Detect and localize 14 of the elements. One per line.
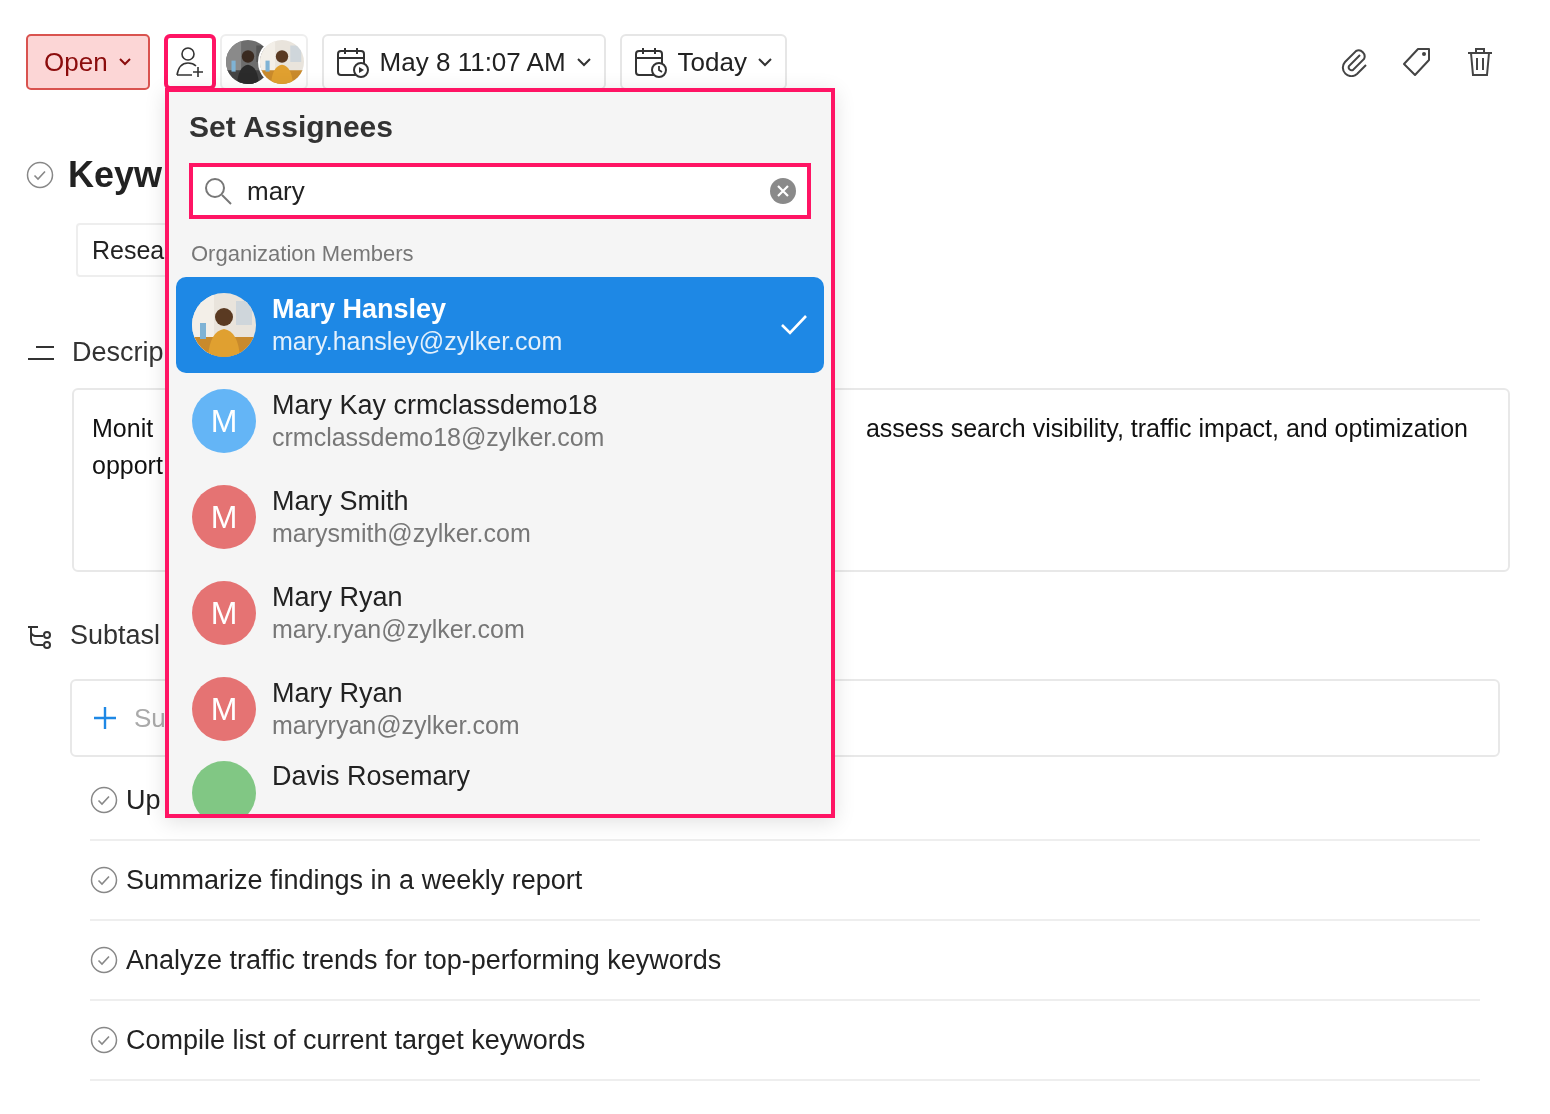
description-text: opport	[92, 451, 163, 480]
section-label: Organization Members	[191, 241, 415, 268]
avatar-initial: M	[192, 485, 256, 549]
section-heading: Subtasl	[70, 620, 161, 651]
avatar-initial: M	[192, 677, 256, 741]
task-title: Keyw	[68, 154, 163, 196]
avatar-initial: M	[192, 581, 256, 645]
avatar-initial: M	[192, 389, 256, 453]
section-heading: Descrip	[72, 337, 164, 368]
description-text: Monit	[92, 414, 155, 443]
due-date-label: May 8 11:07 AM	[379, 46, 566, 78]
description-text: assess search visibility, traffic impact, and optimization	[865, 414, 1468, 444]
popover-title: Set Assignees	[189, 110, 394, 145]
reminder-label: Today	[677, 46, 747, 78]
